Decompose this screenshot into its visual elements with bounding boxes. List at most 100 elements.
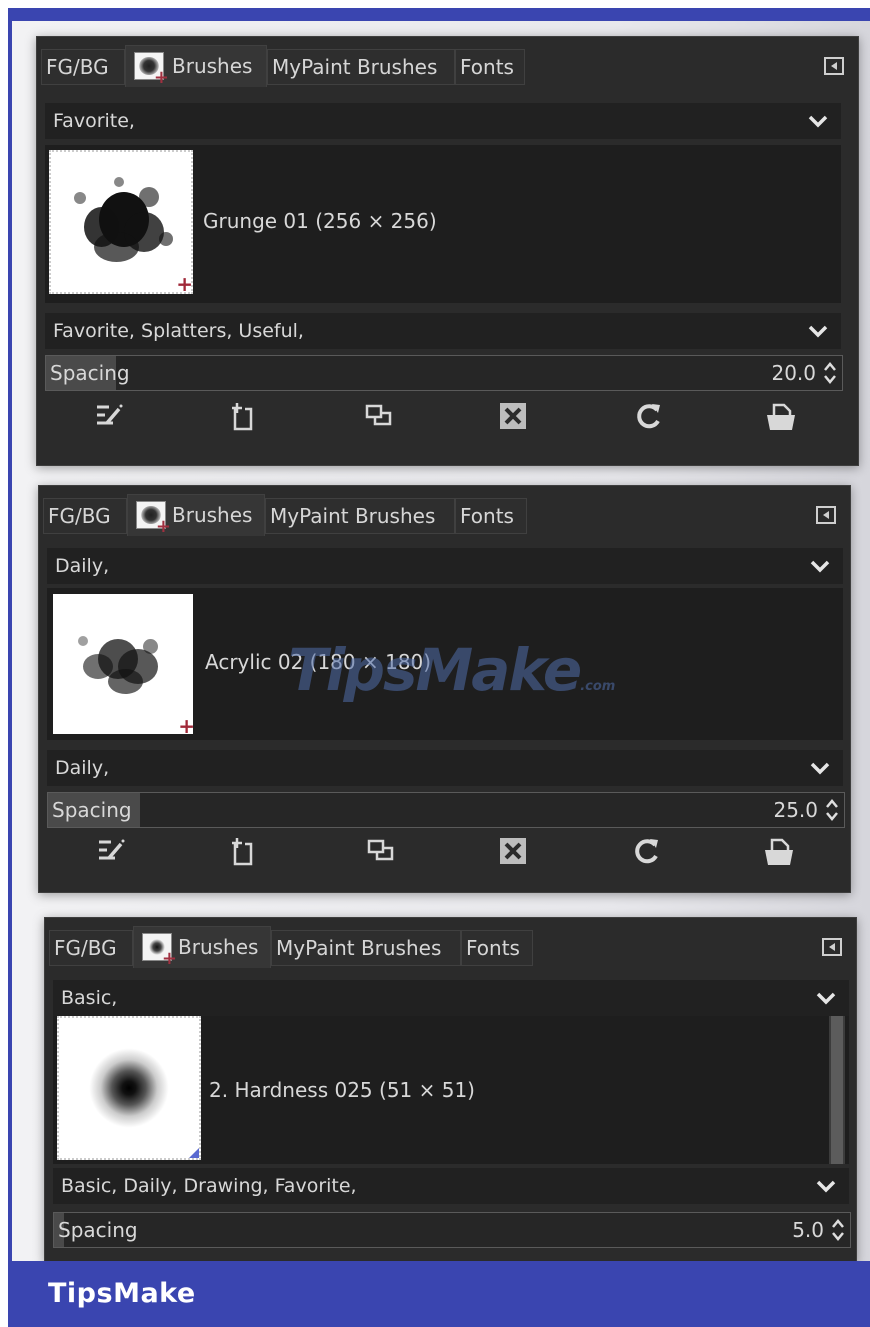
chevron-down-icon [807, 105, 829, 137]
delete-brush-icon [493, 836, 533, 866]
refresh-brushes-button[interactable] [627, 836, 667, 872]
watermark: TipsMake.com [288, 636, 615, 704]
open-as-image-icon [761, 401, 801, 433]
chevron-down-icon [815, 982, 837, 1014]
tab-mypaint-brushes[interactable]: MyPaint Brushes [265, 498, 455, 534]
new-brush-button[interactable] [223, 836, 263, 872]
spacing-value: 25.0 [773, 798, 818, 822]
brush-preview-area[interactable]: 2. Hardness 025 (51 × 51) [53, 1016, 849, 1164]
tab-fonts[interactable]: Fonts [461, 930, 533, 966]
brush-tab-icon: + [136, 501, 171, 536]
watermark-text: TipsMake [288, 636, 582, 704]
brush-name-label: 2. Hardness 025 (51 × 51) [209, 1078, 475, 1102]
delete-brush-button[interactable] [493, 401, 533, 437]
tag-filter-value: Favorite, [53, 110, 135, 132]
brushes-dock-panel-1: FG/BG + Brushes MyPaint Brushes Fonts Fa… [36, 36, 859, 466]
tag-filter-dropdown[interactable]: Favorite, [45, 103, 841, 139]
tab-fg-bg[interactable]: FG/BG [49, 930, 133, 966]
dock-menu-button[interactable] [822, 938, 842, 956]
dock-menu-button[interactable] [824, 57, 844, 75]
spin-arrows-icon[interactable] [822, 360, 838, 386]
grunge-brush-shape [69, 172, 179, 272]
tab-fg-bg[interactable]: FG/BG [41, 49, 125, 85]
dock-tab-bar: FG/BG + Brushes MyPaint Brushes Fonts [49, 924, 852, 968]
dock-menu-icon [829, 943, 835, 951]
spacing-slider[interactable]: Spacing 20.0 [45, 355, 843, 391]
spin-arrows-icon[interactable] [830, 1217, 846, 1243]
tab-brushes-label: Brushes [178, 935, 259, 959]
brush-tags-value: Daily, [55, 757, 110, 779]
frame-top-bar [8, 8, 870, 21]
watermark-suffix: .com [580, 679, 616, 694]
tab-fonts[interactable]: Fonts [455, 498, 527, 534]
edit-brush-icon [91, 836, 131, 866]
chevron-down-icon [809, 550, 831, 582]
duplicate-brush-button[interactable] [361, 836, 401, 872]
chevron-down-icon [807, 315, 829, 347]
brush-tags-value: Basic, Daily, Drawing, Favorite, [61, 1175, 357, 1197]
tab-brushes[interactable]: + Brushes [125, 45, 267, 87]
brush-tags-value: Favorite, Splatters, Useful, [53, 320, 304, 342]
spacing-label: Spacing [50, 361, 130, 385]
new-brush-icon [223, 836, 263, 868]
open-as-image-button[interactable] [759, 836, 799, 872]
spacing-label: Spacing [58, 1218, 138, 1242]
spacing-slider[interactable]: Spacing 5.0 [53, 1212, 851, 1248]
open-as-image-button[interactable] [761, 401, 801, 437]
refresh-brushes-button[interactable] [629, 401, 669, 437]
spacing-value: 5.0 [792, 1218, 824, 1242]
soft-round-brush-shape [89, 1048, 169, 1128]
brush-plus-marker: + [178, 714, 193, 734]
duplicate-brush-icon [359, 401, 399, 431]
spin-arrows-icon[interactable] [824, 797, 840, 823]
delete-brush-button[interactable] [493, 836, 533, 872]
brush-thumbnail-grunge[interactable]: + [49, 150, 193, 294]
brush-preview-area[interactable]: + Grunge 01 (256 × 256) [45, 145, 841, 303]
brush-tags-dropdown[interactable]: Basic, Daily, Drawing, Favorite, [53, 1168, 849, 1204]
tab-brushes-label: Brushes [172, 503, 253, 527]
tab-brushes[interactable]: + Brushes [127, 494, 265, 536]
brush-tags-dropdown[interactable]: Daily, [47, 750, 843, 786]
spacing-label: Spacing [52, 798, 132, 822]
duplicate-brush-icon [361, 836, 401, 866]
brush-corner-marker [189, 1148, 199, 1158]
brush-thumbnail-acrylic[interactable]: + [53, 594, 193, 734]
brush-actions-toolbar [45, 393, 841, 445]
brand-logo-text: TipsMake [48, 1278, 196, 1309]
tag-filter-value: Basic, [61, 987, 118, 1009]
brush-tab-icon: + [134, 52, 169, 87]
brush-tab-icon: + [142, 933, 177, 968]
preview-scrollbar[interactable] [829, 1016, 845, 1164]
tag-filter-dropdown[interactable]: Daily, [47, 548, 843, 584]
dock-menu-icon [831, 62, 837, 70]
chevron-down-icon [809, 752, 831, 784]
tab-fonts[interactable]: Fonts [455, 49, 525, 85]
dock-tab-bar: FG/BG + Brushes MyPaint Brushes Fonts [43, 492, 846, 536]
dock-tab-bar: FG/BG + Brushes MyPaint Brushes Fonts [41, 43, 854, 87]
scrollbar-thumb[interactable] [831, 1016, 843, 1164]
brush-tags-dropdown[interactable]: Favorite, Splatters, Useful, [45, 313, 841, 349]
refresh-brushes-icon [627, 836, 667, 866]
spacing-slider[interactable]: Spacing 25.0 [47, 792, 845, 828]
dock-menu-button[interactable] [816, 506, 836, 524]
tag-filter-dropdown[interactable]: Basic, [53, 980, 849, 1016]
new-brush-button[interactable] [223, 401, 263, 437]
edit-brush-button[interactable] [89, 401, 129, 437]
brush-actions-toolbar [47, 828, 843, 880]
frame-left-edge [8, 21, 12, 1261]
brush-thumbnail-hardness[interactable] [57, 1016, 201, 1160]
refresh-brushes-icon [629, 401, 669, 431]
duplicate-brush-button[interactable] [359, 401, 399, 437]
delete-brush-icon [493, 401, 533, 431]
screenshot-frame: FG/BG + Brushes MyPaint Brushes Fonts Fa… [0, 0, 870, 1327]
spacing-value: 20.0 [771, 361, 816, 385]
tab-brushes[interactable]: + Brushes [133, 926, 271, 968]
edit-brush-button[interactable] [91, 836, 131, 872]
acrylic-brush-shape [73, 624, 173, 704]
tab-mypaint-brushes[interactable]: MyPaint Brushes [267, 49, 455, 85]
tab-fg-bg[interactable]: FG/BG [43, 498, 127, 534]
brushes-dock-panel-3: FG/BG + Brushes MyPaint Brushes Fonts Ba… [44, 917, 857, 1263]
tab-mypaint-brushes[interactable]: MyPaint Brushes [271, 930, 461, 966]
brush-plus-marker: + [176, 272, 193, 294]
new-brush-icon [223, 401, 263, 433]
